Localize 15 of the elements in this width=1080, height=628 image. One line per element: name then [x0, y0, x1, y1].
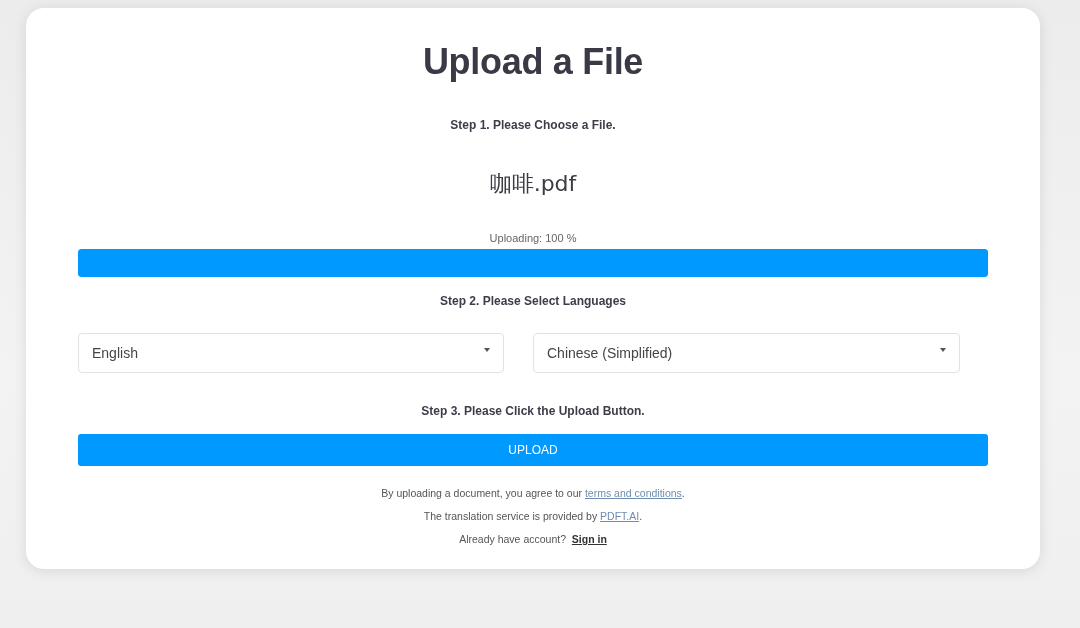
notice-text: By uploading a document, you agree to our terms and conditions.	[381, 486, 685, 500]
step-label: Step 2. Please Select Languages	[439, 293, 627, 309]
account-prompt: Already have account? Sign in	[459, 532, 607, 546]
file-name: 咖啡.pdf	[489, 170, 577, 198]
caret-icon	[484, 348, 490, 352]
page-title: Upload a File	[422, 40, 644, 84]
sign-in-link[interactable]: Sign in	[571, 533, 607, 545]
step-label: Step 3. Please Click the Upload Button.	[421, 403, 645, 419]
text-link[interactable]: terms and conditions	[584, 487, 682, 499]
caret-icon	[940, 348, 946, 352]
language-select[interactable]: Chinese (Simplified)	[533, 333, 960, 373]
upload-status: Uploading: 100 %	[489, 231, 577, 245]
language-select[interactable]: English	[78, 333, 504, 373]
step-label: Step 1. Please Choose a File.	[450, 117, 616, 133]
notice-text: The translation service is provided by PDFT.AI.	[423, 509, 643, 523]
